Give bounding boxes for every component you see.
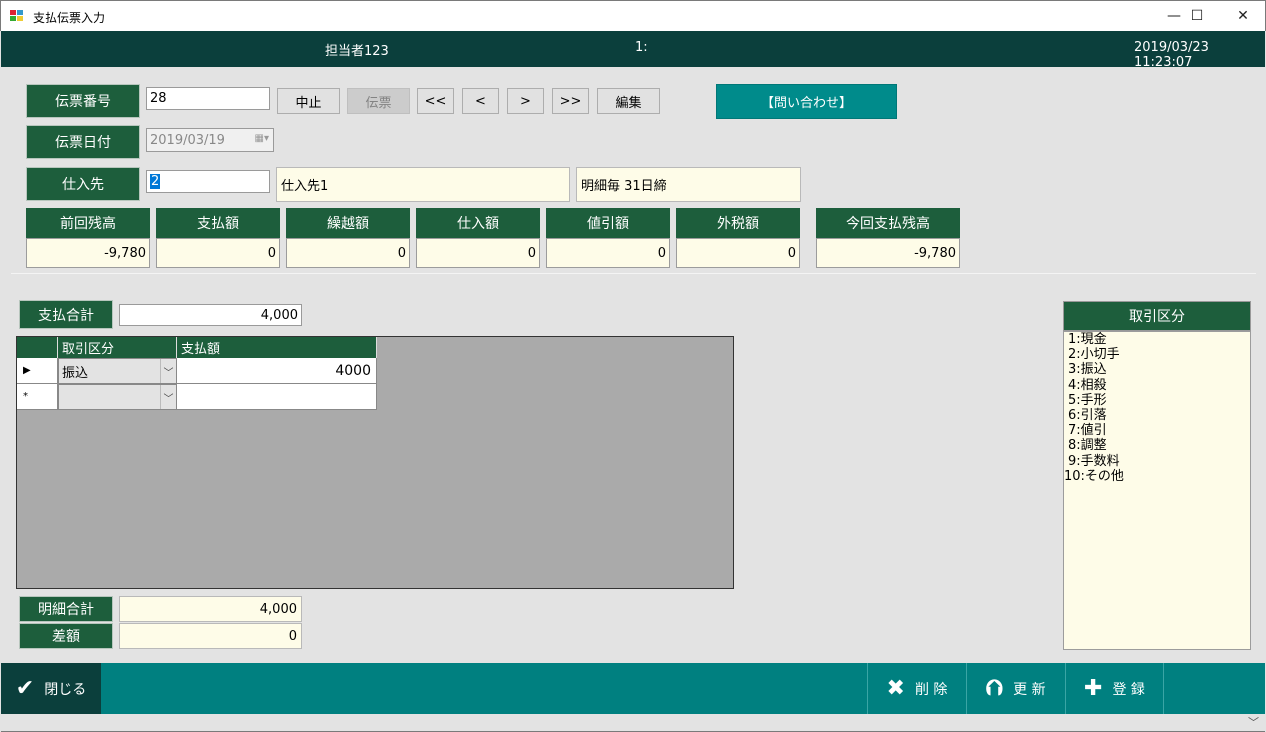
grid-type-combobox[interactable]: 振込 ﹀ <box>58 358 177 384</box>
legend-item: 3:振込 <box>1068 362 1107 378</box>
grid-amount-cell-new[interactable] <box>177 384 377 410</box>
grid-type-combobox-new[interactable]: ﹀ <box>58 384 177 410</box>
transaction-type-legend: 1:現金 2:小切手 3:振込 4:相殺 5:手形 6:引落 7:値引 8:調整… <box>1063 331 1251 650</box>
inquiry-button[interactable]: 【問い合わせ】 <box>716 84 897 119</box>
legend-item: 5:手形 <box>1068 392 1107 408</box>
row-header-new[interactable]: * <box>17 384 58 410</box>
paid-amount-value: 0 <box>156 238 280 268</box>
supplier-code-value: 2 <box>150 174 161 189</box>
footer-toolbar: ✔ 閉じる ✖ 削 除 ⮉ 更 新 ✚ 登 録 <box>1 663 1265 714</box>
difference-label: 差額 <box>19 623 113 649</box>
row-header-current[interactable]: ▶ <box>17 358 58 384</box>
section-divider <box>11 273 1256 274</box>
legend-item: 8:調整 <box>1068 438 1107 454</box>
supplier-terms-field: 明細毎 31日締 <box>576 167 801 202</box>
x-icon: ✖ <box>886 676 905 701</box>
mode-indicator: 1: <box>635 40 648 55</box>
detail-total-label: 明細合計 <box>19 596 113 622</box>
header-bar: 担当者123 1: 2019/03/23 11:23:07 <box>1 31 1265 70</box>
slip-date-label: 伝票日付 <box>26 125 140 159</box>
close-button[interactable]: ✔ 閉じる <box>1 663 101 714</box>
delete-button-label: 削 除 <box>914 681 948 698</box>
current-datetime: 2019/03/23 11:23:07 <box>1134 40 1209 70</box>
delete-button[interactable]: ✖ 削 除 <box>867 663 966 714</box>
legend-item: 2:小切手 <box>1068 347 1120 363</box>
app-icon <box>10 10 24 22</box>
maximize-button[interactable]: ☐ <box>1174 1 1220 31</box>
main-panel: 伝票番号 28 中止 伝票 << < > >> 編集 【問い合わせ】 伝票日付 … <box>1 67 1265 663</box>
register-button[interactable]: ✚ 登 録 <box>1065 663 1164 714</box>
staff-name: 担当者123 <box>325 44 389 59</box>
column-header-type[interactable]: 取引区分 <box>58 337 177 358</box>
update-button-label: 更 新 <box>1013 681 1046 698</box>
edit-button[interactable]: 編集 <box>597 88 660 114</box>
close-window-button[interactable]: ✕ <box>1220 1 1266 31</box>
carryover-value: 0 <box>286 238 410 268</box>
grid-corner-header <box>17 337 58 358</box>
window-title: 支払伝票入力 <box>33 11 106 25</box>
upload-arrow-icon: ⮉ <box>986 676 1004 701</box>
external-tax-value: 0 <box>676 238 800 268</box>
external-tax-header: 外税額 <box>676 208 800 238</box>
cancel-button[interactable]: 中止 <box>277 88 340 114</box>
slip-date-picker[interactable]: 2019/03/19 ▦▾ <box>146 128 274 152</box>
chevron-down-icon[interactable]: ﹀ <box>160 359 176 383</box>
chevron-down-icon[interactable]: ﹀ <box>160 385 176 409</box>
prev-record-button[interactable]: < <box>462 88 499 114</box>
plus-icon: ✚ <box>1084 676 1103 701</box>
difference-value: 0 <box>119 623 302 649</box>
carryover-header: 繰越額 <box>286 208 410 238</box>
chevron-down-icon[interactable]: ﹀ <box>1248 714 1259 730</box>
slip-no-input[interactable]: 28 <box>146 87 270 110</box>
grid-type-value: 振込 <box>62 365 89 381</box>
discount-value: 0 <box>546 238 670 268</box>
paid-amount-header: 支払額 <box>156 208 280 238</box>
check-icon: ✔ <box>15 676 35 701</box>
transaction-type-legend-title: 取引区分 <box>1063 301 1251 331</box>
update-button[interactable]: ⮉ 更 新 <box>966 663 1065 714</box>
register-button-label: 登 録 <box>1112 681 1145 698</box>
prev-balance-header: 前回残高 <box>26 208 150 238</box>
slip-no-label: 伝票番号 <box>26 84 140 118</box>
slip-button[interactable]: 伝票 <box>347 88 410 114</box>
grid-amount-cell[interactable]: 4000 <box>177 358 377 384</box>
purchase-amount-value: 0 <box>416 238 540 268</box>
legend-item: 4:相殺 <box>1068 377 1107 393</box>
column-header-amount[interactable]: 支払額 <box>177 337 377 358</box>
calendar-dropdown-icon[interactable]: ▦▾ <box>255 133 269 144</box>
legend-item: 10:その他 <box>1064 468 1124 484</box>
legend-item: 6:引落 <box>1068 408 1107 424</box>
close-button-label: 閉じる <box>44 681 87 698</box>
window-titlebar: 支払伝票入力 — ☐ ✕ <box>0 0 1266 31</box>
status-bar: ﹀ <box>1 714 1265 732</box>
current-balance-header: 今回支払残高 <box>816 208 960 238</box>
payment-detail-grid: 取引区分 支払額 ▶ 振込 ﹀ 4000 * ﹀ <box>16 336 734 589</box>
payment-total-label: 支払合計 <box>19 300 113 329</box>
payment-total-value: 4,000 <box>119 304 302 326</box>
current-balance-value: -9,780 <box>816 238 960 268</box>
legend-item: 1:現金 <box>1068 332 1107 347</box>
supplier-code-input[interactable]: 2 <box>146 170 270 193</box>
last-record-button[interactable]: >> <box>552 88 589 114</box>
next-record-button[interactable]: > <box>507 88 544 114</box>
first-record-button[interactable]: << <box>417 88 454 114</box>
purchase-amount-header: 仕入額 <box>416 208 540 238</box>
discount-header: 値引額 <box>546 208 670 238</box>
supplier-name-field: 仕入先1 <box>276 167 570 202</box>
legend-item: 9:手数料 <box>1068 453 1120 469</box>
legend-item: 7:値引 <box>1068 423 1107 439</box>
supplier-label: 仕入先 <box>26 167 140 201</box>
slip-date-value: 2019/03/19 <box>150 132 225 148</box>
prev-balance-value: -9,780 <box>26 238 150 268</box>
detail-total-value: 4,000 <box>119 596 302 622</box>
